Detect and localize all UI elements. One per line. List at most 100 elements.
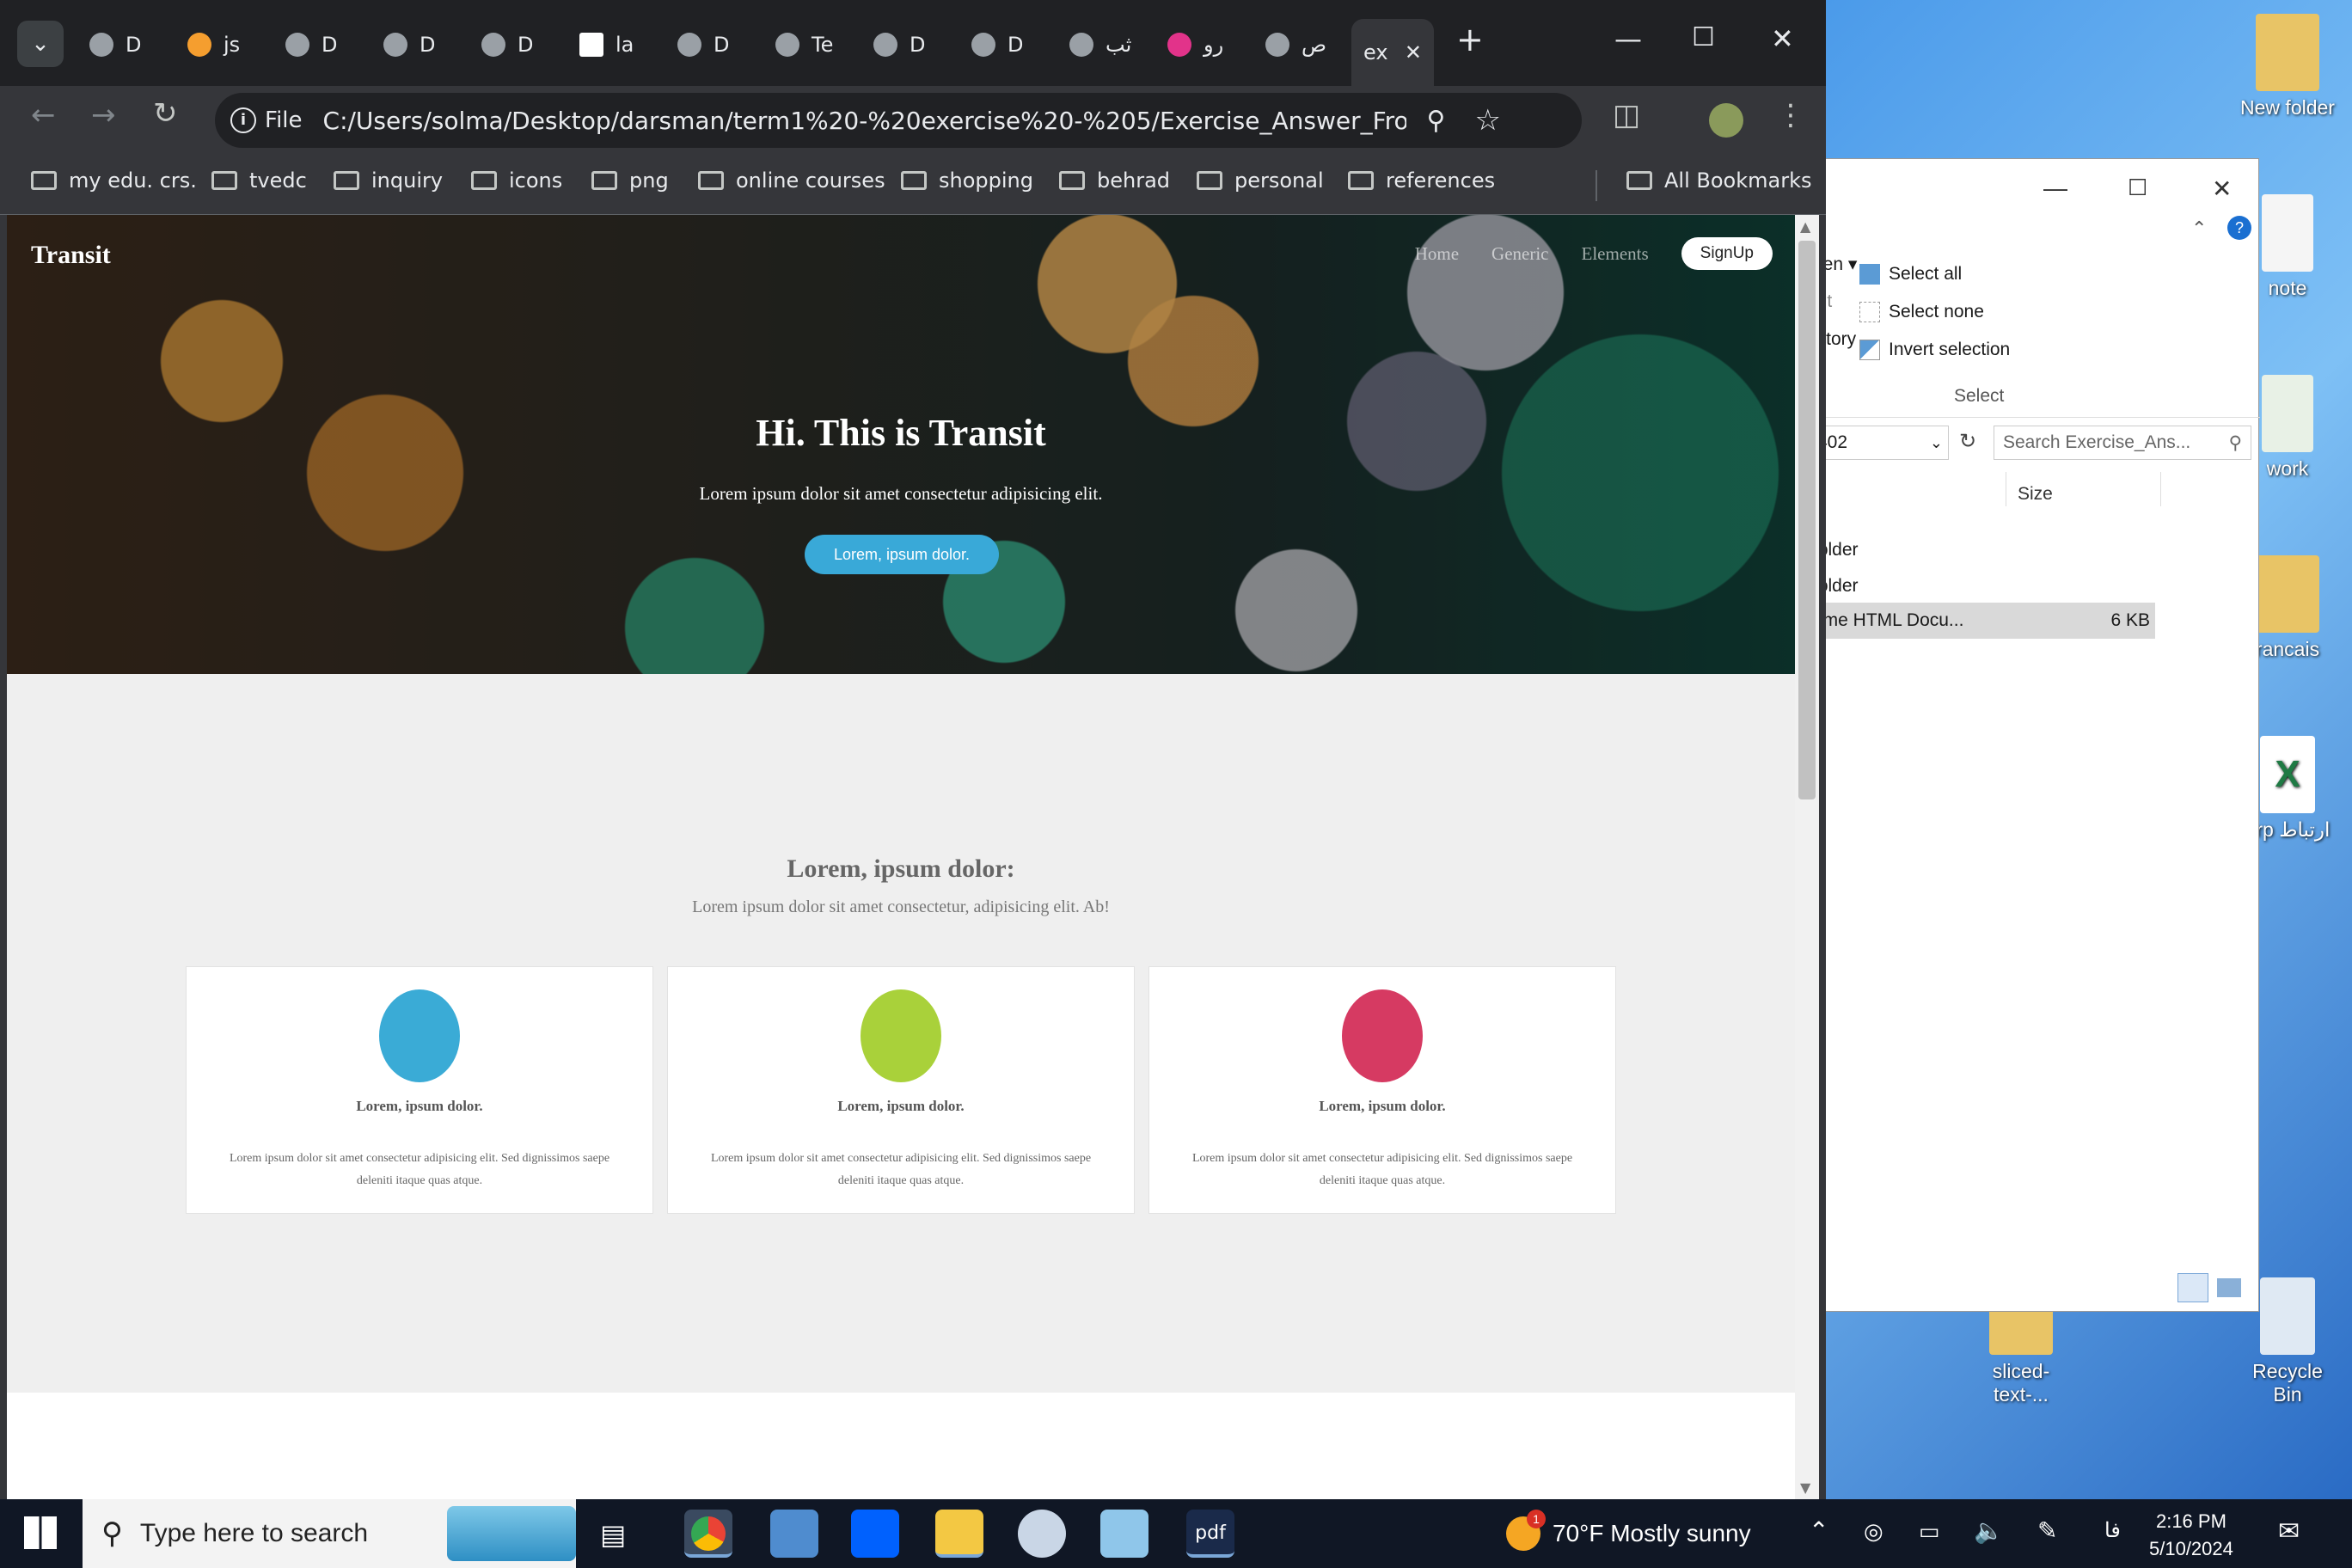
lightbulb-icon xyxy=(579,33,603,57)
large-icons-view-icon[interactable] xyxy=(2217,1278,2241,1297)
bookmark-folder[interactable]: icons xyxy=(471,168,562,193)
site-brand[interactable]: Transit xyxy=(31,241,111,270)
bookmark-folder[interactable]: png xyxy=(591,168,669,193)
tab[interactable]: رو xyxy=(1167,19,1223,70)
address-scheme-chip[interactable]: File xyxy=(265,107,303,133)
file-row[interactable]: folder xyxy=(1813,570,2157,603)
meet-icon[interactable]: ◎ xyxy=(1864,1518,1883,1545)
column-header-size[interactable]: Size xyxy=(2018,484,2053,505)
language-indicator[interactable]: فا xyxy=(2104,1518,2121,1543)
file-explorer-app-icon[interactable] xyxy=(935,1510,983,1558)
bookmark-folder[interactable]: behrad xyxy=(1059,168,1170,193)
reload-icon[interactable]: ↻ xyxy=(153,96,178,131)
tab[interactable]: D xyxy=(971,19,1023,70)
chevron-up-icon[interactable]: ⌃ xyxy=(1809,1516,1828,1545)
close-window-icon[interactable]: ✕ xyxy=(1771,22,1794,55)
battery-icon[interactable]: ▭ xyxy=(1919,1518,1940,1545)
desktop-icon-new-folder[interactable]: New folder xyxy=(2240,14,2335,119)
collapse-ribbon-icon[interactable]: ⌃ xyxy=(2191,217,2207,240)
tab[interactable]: ثب xyxy=(1069,19,1131,70)
invert-selection-button[interactable]: Invert selection xyxy=(1859,340,2010,360)
forward-icon[interactable]: → xyxy=(91,98,116,132)
scrollbar-thumb[interactable] xyxy=(1798,241,1816,799)
tab[interactable]: la xyxy=(579,19,634,70)
bookmark-star-icon[interactable]: ☆ xyxy=(1475,103,1501,138)
bookmark-folder[interactable]: tvedc xyxy=(211,168,307,193)
tab[interactable]: D xyxy=(285,19,337,70)
tab[interactable]: js xyxy=(187,19,240,70)
tab[interactable]: D xyxy=(89,19,141,70)
explorer-search-input[interactable]: Search Exercise_Ans... ⚲ xyxy=(1994,426,2251,460)
windows-start-icon[interactable] xyxy=(24,1516,57,1549)
site-nav: Home Generic Elements SignUp xyxy=(1415,237,1773,270)
zoom-icon[interactable]: ⚲ xyxy=(1427,106,1446,136)
select-none-icon xyxy=(1859,302,1880,322)
nav-generic[interactable]: Generic xyxy=(1491,243,1548,265)
file-row-selected[interactable]: ome HTML Docu... 6 KB xyxy=(1813,603,2155,639)
back-icon[interactable]: ← xyxy=(31,98,56,132)
pen-icon[interactable]: ✎ xyxy=(2037,1516,2057,1545)
file-row[interactable]: folder xyxy=(1813,534,2157,567)
scroll-down-icon[interactable]: ▼ xyxy=(1800,1479,1810,1496)
bookmark-folder[interactable]: inquiry xyxy=(334,168,443,193)
taskbar-search[interactable]: ⚲ Type here to search xyxy=(83,1499,576,1568)
address-bar[interactable]: 402 ⌄ xyxy=(1813,426,1949,460)
tab[interactable]: D xyxy=(383,19,435,70)
minimize-icon[interactable]: — xyxy=(2043,175,2067,202)
web-page: Transit Home Generic Elements SignUp Hi.… xyxy=(7,215,1795,1499)
scroll-up-icon[interactable]: ▲ xyxy=(1800,218,1810,235)
pdf-app-icon[interactable]: pdf xyxy=(1186,1510,1234,1558)
dropbox-app-icon[interactable] xyxy=(851,1510,899,1558)
tab-search-button[interactable]: ⌄ xyxy=(17,21,64,67)
bookmark-folder[interactable]: shopping xyxy=(901,168,1033,193)
volume-icon[interactable]: 🔈 xyxy=(1974,1516,2004,1545)
clock[interactable]: 2:16 PM 5/10/2024 xyxy=(2149,1508,2233,1563)
chevron-down-icon[interactable]: ⌄ xyxy=(1930,434,1943,452)
signup-button[interactable]: SignUp xyxy=(1681,237,1773,270)
laptop-app-icon[interactable] xyxy=(770,1510,818,1558)
chrome-app-icon[interactable] xyxy=(684,1510,732,1558)
details-view-icon[interactable] xyxy=(2177,1273,2208,1302)
tab[interactable]: Te xyxy=(775,19,833,70)
nav-elements[interactable]: Elements xyxy=(1582,243,1649,265)
refresh-icon[interactable]: ↻ xyxy=(1959,429,1976,454)
all-bookmarks[interactable]: All Bookmarks xyxy=(1626,168,1811,193)
hero-button[interactable]: Lorem, ipsum dolor. xyxy=(805,535,999,574)
task-view-icon[interactable]: ▤ xyxy=(600,1518,626,1551)
desktop-icon-sliced-text[interactable]: sliced-text-... xyxy=(1974,1303,2068,1406)
tab[interactable]: ص xyxy=(1265,19,1326,70)
bookmark-folder[interactable]: online courses xyxy=(698,168,885,193)
close-tab-icon[interactable]: ✕ xyxy=(1405,40,1422,64)
avatar[interactable] xyxy=(1709,103,1743,138)
select-none-button[interactable]: Select none xyxy=(1859,302,1984,322)
bookmark-label: references xyxy=(1386,168,1496,193)
select-all-button[interactable]: Select all xyxy=(1859,264,1962,285)
paint-app-icon[interactable] xyxy=(1018,1510,1066,1558)
weather-widget[interactable]: 1 70°F Mostly sunny xyxy=(1506,1510,1751,1551)
address-bar[interactable]: i File C:/Users/solma/Desktop/darsman/te… xyxy=(215,93,1582,148)
bookmark-folder[interactable]: my edu. crs. xyxy=(31,168,197,193)
help-icon[interactable]: ? xyxy=(2227,216,2251,240)
menu-icon[interactable]: ⋮ xyxy=(1776,98,1805,132)
tab[interactable]: D xyxy=(677,19,729,70)
maximize-icon[interactable]: ☐ xyxy=(2128,175,2147,201)
tab[interactable]: D xyxy=(873,19,925,70)
maximize-icon[interactable]: ☐ xyxy=(1692,22,1715,52)
browser-toolbar: ← → ↻ i File C:/Users/solma/Desktop/dars… xyxy=(0,86,1826,165)
minimize-icon[interactable]: — xyxy=(1614,22,1642,55)
bookmark-label: png xyxy=(629,168,669,193)
page-scrollbar[interactable]: ▲ ▼ xyxy=(1795,215,1819,1499)
info-icon[interactable]: i xyxy=(230,107,256,133)
tab[interactable]: D xyxy=(481,19,533,70)
bookmark-folder[interactable]: references xyxy=(1348,168,1495,193)
extensions-icon[interactable]: ◫ xyxy=(1613,98,1640,132)
bookmark-folder[interactable]: personal xyxy=(1197,168,1324,193)
close-icon[interactable]: ✕ xyxy=(2212,175,2232,203)
tab-title: ex xyxy=(1363,40,1388,64)
nav-home[interactable]: Home xyxy=(1415,243,1459,265)
new-tab-icon[interactable]: + xyxy=(1456,21,1484,58)
notes-app-icon[interactable] xyxy=(1100,1510,1148,1558)
address-text[interactable]: C:/Users/solma/Desktop/darsman/term1%20-… xyxy=(323,107,1406,135)
notifications-icon[interactable]: ✉ xyxy=(2278,1516,2300,1547)
tab-active[interactable]: ex ✕ xyxy=(1351,19,1434,86)
